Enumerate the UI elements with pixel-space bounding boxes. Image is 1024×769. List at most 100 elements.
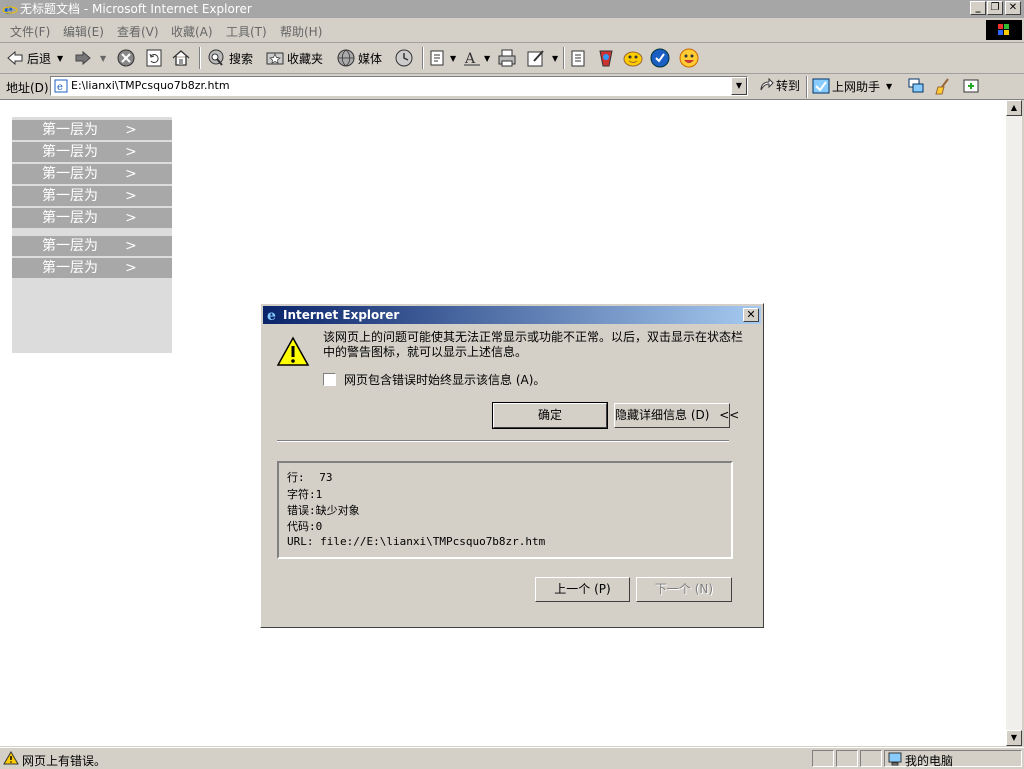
dialog-divider xyxy=(277,440,729,442)
restore-button[interactable]: ❐ xyxy=(987,1,1003,15)
edit-button[interactable]: ▼ xyxy=(526,46,558,70)
font-size-button[interactable]: A ▼ xyxy=(462,46,490,70)
window-title-bar[interactable]: e 无标题文档 - Microsoft Internet Explorer _ … xyxy=(0,0,1024,18)
hide-details-button[interactable]: 隐藏详细信息 (D) << xyxy=(614,403,739,428)
clean-button[interactable] xyxy=(934,77,952,98)
menu-tools[interactable]: 工具(T) xyxy=(226,23,267,40)
nav-menu-item-arrow: > xyxy=(125,188,137,204)
forward-dropdown-icon[interactable]: ▼ xyxy=(100,54,106,63)
ok-button[interactable]: 确定 xyxy=(492,402,608,429)
go-label: 转到 xyxy=(776,79,801,93)
smiley-button[interactable] xyxy=(678,46,700,70)
detail-error-label: 错误: xyxy=(287,504,316,517)
close-button[interactable]: ✕ xyxy=(1005,1,1021,15)
menu-help[interactable]: 帮助(H) xyxy=(280,23,322,40)
nav-menu-item-label: 第一层为 xyxy=(42,166,98,182)
font-dropdown-icon[interactable]: ▼ xyxy=(484,54,490,63)
messenger-icon xyxy=(599,50,613,67)
nav-menu-item[interactable]: 第一层为 > xyxy=(12,186,172,206)
windows-logo-icon xyxy=(986,20,1022,40)
assistant-dropdown-icon[interactable]: ▼ xyxy=(886,82,892,91)
refresh-button[interactable] xyxy=(144,46,164,70)
broom-icon xyxy=(935,78,949,95)
error-dialog: e Internet Explorer ✕ 该网页上的问题可能使其无法正常显示或… xyxy=(260,303,764,628)
status-pane xyxy=(836,750,858,767)
detail-code-label: 代码: xyxy=(287,520,316,533)
detail-url-label: URL: xyxy=(287,535,314,548)
search-button[interactable]: 搜索 xyxy=(206,46,253,70)
back-button[interactable]: 后退 ▼ xyxy=(6,46,63,70)
security-check-icon xyxy=(650,48,670,68)
back-label: 后退 xyxy=(27,51,52,66)
svg-text:e: e xyxy=(57,82,63,93)
scroll-down-button[interactable]: ▼ xyxy=(1006,730,1022,746)
nav-menu-item[interactable]: 第一层为 > xyxy=(12,164,172,184)
dialog-title-bar[interactable]: e Internet Explorer ✕ xyxy=(263,306,761,324)
mail-button[interactable]: ▼ xyxy=(428,46,456,70)
stop-button[interactable] xyxy=(116,46,136,70)
nav-menu-item[interactable]: 第一层为 > xyxy=(12,258,172,278)
vertical-scrollbar[interactable]: ▲ ▼ xyxy=(1006,100,1022,746)
add-button[interactable] xyxy=(962,77,980,98)
minimize-button[interactable]: _ xyxy=(970,1,986,15)
previous-button[interactable]: 上一个 (P) xyxy=(535,577,630,602)
messenger-button[interactable] xyxy=(596,46,616,70)
nav-menu-item[interactable]: 第一层为 > xyxy=(12,236,172,256)
always-show-checkbox[interactable] xyxy=(323,373,336,386)
nav-menu-item-label: 第一层为 xyxy=(42,188,98,204)
go-button[interactable]: 转到 xyxy=(758,77,800,94)
detail-url: URL: file://E:\lianxi\TMPcsquo7b8zr.htm xyxy=(287,535,545,548)
page-icon: e xyxy=(54,79,68,93)
menu-view[interactable]: 查看(V) xyxy=(117,23,159,40)
back-dropdown-icon[interactable]: ▼ xyxy=(57,54,63,63)
window-tool-button[interactable] xyxy=(907,77,925,98)
smiley-icon xyxy=(679,48,699,68)
status-pane xyxy=(860,750,882,767)
security-button[interactable] xyxy=(650,46,670,70)
history-button[interactable] xyxy=(393,46,415,70)
nav-menu-item[interactable]: 第一层为 > xyxy=(12,142,172,162)
history-icon xyxy=(395,49,413,67)
forward-arrow-icon xyxy=(75,50,91,66)
nav-menu-item-label: 第一层为 xyxy=(42,238,98,254)
detail-char: 字符:1 xyxy=(287,486,322,502)
detail-char-value: 1 xyxy=(315,488,323,501)
address-label: 地址(D) xyxy=(6,81,49,95)
error-warning-icon[interactable] xyxy=(3,751,19,765)
next-button[interactable]: 下一个 (N) xyxy=(636,577,732,602)
assistant-icon xyxy=(812,78,830,94)
discuss-button[interactable] xyxy=(568,46,588,70)
menu-file[interactable]: 文件(F) xyxy=(10,23,50,40)
detail-code-value: 0 xyxy=(315,520,323,533)
address-input[interactable]: e E:\lianxi\TMPcsquo7b8zr.htm ▼ xyxy=(50,76,748,96)
nav-menu-item[interactable]: 第一层为 > xyxy=(12,208,172,228)
nav-menu-item[interactable]: 第一层为 > xyxy=(12,120,172,140)
assistant-button[interactable]: 上网助手 ▼ xyxy=(812,77,892,95)
menu-bar: 文件(F) 编辑(E) 查看(V) 收藏(A) 工具(T) 帮助(H) xyxy=(0,18,1024,43)
media-button[interactable]: 媒体 xyxy=(336,46,382,70)
stop-icon xyxy=(117,49,135,67)
scroll-up-button[interactable]: ▲ xyxy=(1006,100,1022,116)
nav-menu-item-arrow: > xyxy=(125,166,137,182)
address-dropdown-button[interactable]: ▼ xyxy=(731,77,747,95)
qq-button[interactable] xyxy=(622,46,644,70)
dialog-close-button[interactable]: ✕ xyxy=(743,308,759,322)
forward-button[interactable]: ▼ xyxy=(74,46,106,70)
home-button[interactable] xyxy=(171,46,191,70)
nav-menu-item-label: 第一层为 xyxy=(42,122,98,138)
dialog-message: 该网页上的问题可能使其无法正常显示或功能不正常。以后，双击显示在状态栏中的警告图… xyxy=(323,330,744,359)
font-size-icon: A xyxy=(464,51,480,67)
edit-dropdown-icon[interactable]: ▼ xyxy=(552,54,558,63)
search-icon xyxy=(208,49,224,66)
mail-dropdown-icon[interactable]: ▼ xyxy=(450,54,456,63)
add-icon xyxy=(963,79,979,93)
ie-logo-icon: e xyxy=(2,2,18,17)
print-button[interactable] xyxy=(497,46,517,70)
nav-menu-item-label: 第一层为 xyxy=(42,260,98,276)
svg-text:e: e xyxy=(4,2,13,17)
menu-edit[interactable]: 编辑(E) xyxy=(63,23,104,40)
always-show-checkbox-label[interactable]: 网页包含错误时始终显示该信息 (A)。 xyxy=(344,371,545,388)
menu-favorites[interactable]: 收藏(A) xyxy=(171,23,213,40)
nav-menu-item-arrow: > xyxy=(125,122,137,138)
favorites-button[interactable]: 收藏夹 xyxy=(265,46,323,70)
